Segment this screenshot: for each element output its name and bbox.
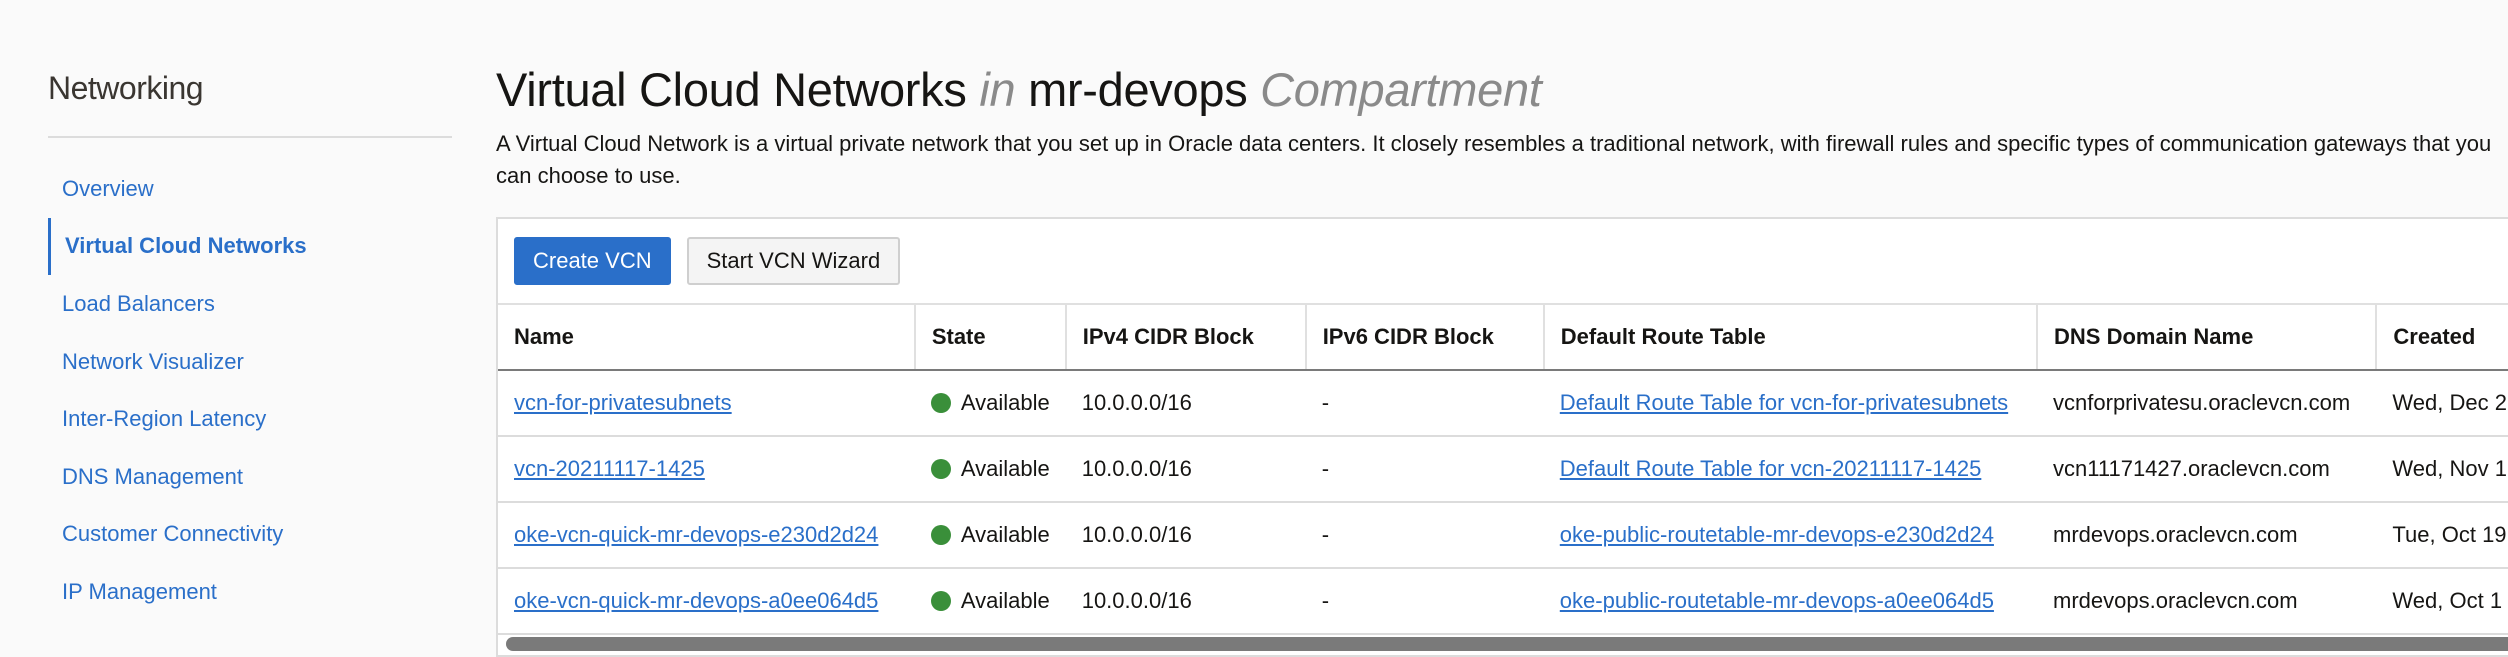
main-content: Virtual Cloud Networks in mr-devops Comp… <box>496 0 2508 657</box>
horizontal-scrollbar[interactable] <box>506 637 2508 651</box>
status-dot-icon <box>930 393 951 413</box>
table-row: oke-vcn-quick-mr-devops-a0ee064d5 Availa… <box>498 568 2508 635</box>
sidebar-item-overview[interactable]: Overview <box>48 160 452 218</box>
sidebar-nav: Overview Virtual Cloud Networks Load Bal… <box>48 160 452 621</box>
sidebar-item-customer-connectivity[interactable]: Customer Connectivity <box>48 506 452 564</box>
page-description: A Virtual Cloud Network is a virtual pri… <box>496 131 2492 188</box>
cell-ipv4: 10.0.0.0/16 <box>1065 568 1306 635</box>
sidebar-item-virtual-cloud-networks[interactable]: Virtual Cloud Networks <box>48 217 452 276</box>
column-header-created[interactable]: Created <box>2376 303 2508 371</box>
vcn-list-panel: Create VCN Start VCN Wizard Name State I… <box>496 217 2508 657</box>
page-title-in: in <box>979 63 1016 116</box>
table-row: oke-vcn-quick-mr-devops-e230d2d24 Availa… <box>498 502 2508 569</box>
start-vcn-wizard-button[interactable]: Start VCN Wizard <box>686 237 901 285</box>
page-title-suffix: Compartment <box>1260 63 1542 116</box>
cell-ipv6: - <box>1305 568 1544 635</box>
cell-state: Available <box>914 502 1066 569</box>
cell-name: vcn-20211117-1425 <box>498 436 915 503</box>
table-header-row: Name State IPv4 CIDR Block IPv6 CIDR Blo… <box>498 303 2508 371</box>
column-header-name[interactable]: Name <box>498 303 916 371</box>
status-dot-icon <box>930 525 951 545</box>
route-table-link[interactable]: oke-public-routetable-mr-devops-a0ee064d… <box>1560 588 1994 613</box>
state-text: Available <box>960 456 1050 481</box>
sidebar-item-load-balancers[interactable]: Load Balancers <box>48 275 452 333</box>
cell-name: oke-vcn-quick-mr-devops-e230d2d24 <box>498 502 915 569</box>
vcn-table: Name State IPv4 CIDR Block IPv6 CIDR Blo… <box>498 303 2508 635</box>
sidebar-item-inter-region-latency[interactable]: Inter-Region Latency <box>48 390 452 448</box>
status-dot-icon <box>930 459 951 479</box>
create-vcn-button[interactable]: Create VCN <box>514 237 671 285</box>
column-header-dns[interactable]: DNS Domain Name <box>2037 303 2378 371</box>
state-text: Available <box>960 588 1050 613</box>
cell-route-table: Default Route Table for vcn-for-privates… <box>1543 370 2038 437</box>
vcn-name-link[interactable]: oke-vcn-quick-mr-devops-e230d2d24 <box>514 522 878 547</box>
table-row: vcn-for-privatesubnets Available 10.0.0.… <box>498 370 2508 437</box>
cell-ipv6: - <box>1305 370 1544 437</box>
cell-route-table: Default Route Table for vcn-20211117-142… <box>1543 436 2038 503</box>
cell-ipv4: 10.0.0.0/16 <box>1065 502 1306 569</box>
cell-route-table: oke-public-routetable-mr-devops-e230d2d2… <box>1543 502 2038 569</box>
route-table-link[interactable]: oke-public-routetable-mr-devops-e230d2d2… <box>1560 522 1994 547</box>
sidebar-item-network-visualizer[interactable]: Network Visualizer <box>48 333 452 391</box>
sidebar-item-ip-management[interactable]: IP Management <box>48 563 452 621</box>
compartment-name: mr-devops <box>1028 63 1248 116</box>
cell-ipv6: - <box>1305 436 1544 503</box>
status-dot-icon <box>930 591 951 611</box>
sidebar-title: Networking <box>48 70 204 106</box>
column-header-state[interactable]: State <box>914 303 1067 371</box>
cell-state: Available <box>914 568 1066 635</box>
cell-dns: vcnforprivatesu.oraclevcn.com <box>2037 370 2377 437</box>
route-table-link[interactable]: Default Route Table for vcn-20211117-142… <box>1560 456 1982 481</box>
cell-ipv4: 10.0.0.0/16 <box>1065 370 1306 437</box>
vcn-name-link[interactable]: vcn-20211117-1425 <box>514 456 705 481</box>
sidebar: Networking Overview Virtual Cloud Networ… <box>48 0 452 654</box>
cell-created: Wed, Nov 1 <box>2376 436 2508 503</box>
vcn-name-link[interactable]: vcn-for-privatesubnets <box>514 390 732 415</box>
state-text: Available <box>960 522 1050 547</box>
cell-route-table: oke-public-routetable-mr-devops-a0ee064d… <box>1543 568 2038 635</box>
cell-ipv6: - <box>1305 502 1544 569</box>
cell-created: Wed, Dec 2 <box>2376 370 2508 437</box>
vcn-name-link[interactable]: oke-vcn-quick-mr-devops-a0ee064d5 <box>514 588 878 613</box>
page-title: Virtual Cloud Networks in mr-devops Comp… <box>496 62 1542 117</box>
cell-dns: vcn11171427.oraclevcn.com <box>2037 436 2377 503</box>
page-title-main: Virtual Cloud Networks <box>496 63 967 116</box>
sidebar-divider <box>48 136 452 138</box>
sidebar-item-dns-management[interactable]: DNS Management <box>48 448 452 506</box>
cell-name: vcn-for-privatesubnets <box>498 370 915 437</box>
column-header-ipv4[interactable]: IPv4 CIDR Block <box>1065 303 1307 371</box>
cell-dns: mrdevops.oraclevcn.com <box>2037 568 2377 635</box>
column-header-route-table[interactable]: Default Route Table <box>1543 303 2039 371</box>
cell-created: Tue, Oct 19 <box>2376 502 2508 569</box>
route-table-link[interactable]: Default Route Table for vcn-for-privates… <box>1560 390 2008 415</box>
cell-state: Available <box>914 436 1066 503</box>
column-header-ipv6[interactable]: IPv6 CIDR Block <box>1305 303 1545 371</box>
table-row: vcn-20211117-1425 Available 10.0.0.0/16 … <box>498 436 2508 503</box>
cell-state: Available <box>914 370 1066 437</box>
state-text: Available <box>960 390 1050 415</box>
cell-dns: mrdevops.oraclevcn.com <box>2037 502 2377 569</box>
cell-name: oke-vcn-quick-mr-devops-a0ee064d5 <box>498 568 915 635</box>
cell-ipv4: 10.0.0.0/16 <box>1065 436 1306 503</box>
cell-created: Wed, Oct 1 <box>2376 568 2508 635</box>
toolbar: Create VCN Start VCN Wizard <box>514 237 901 285</box>
